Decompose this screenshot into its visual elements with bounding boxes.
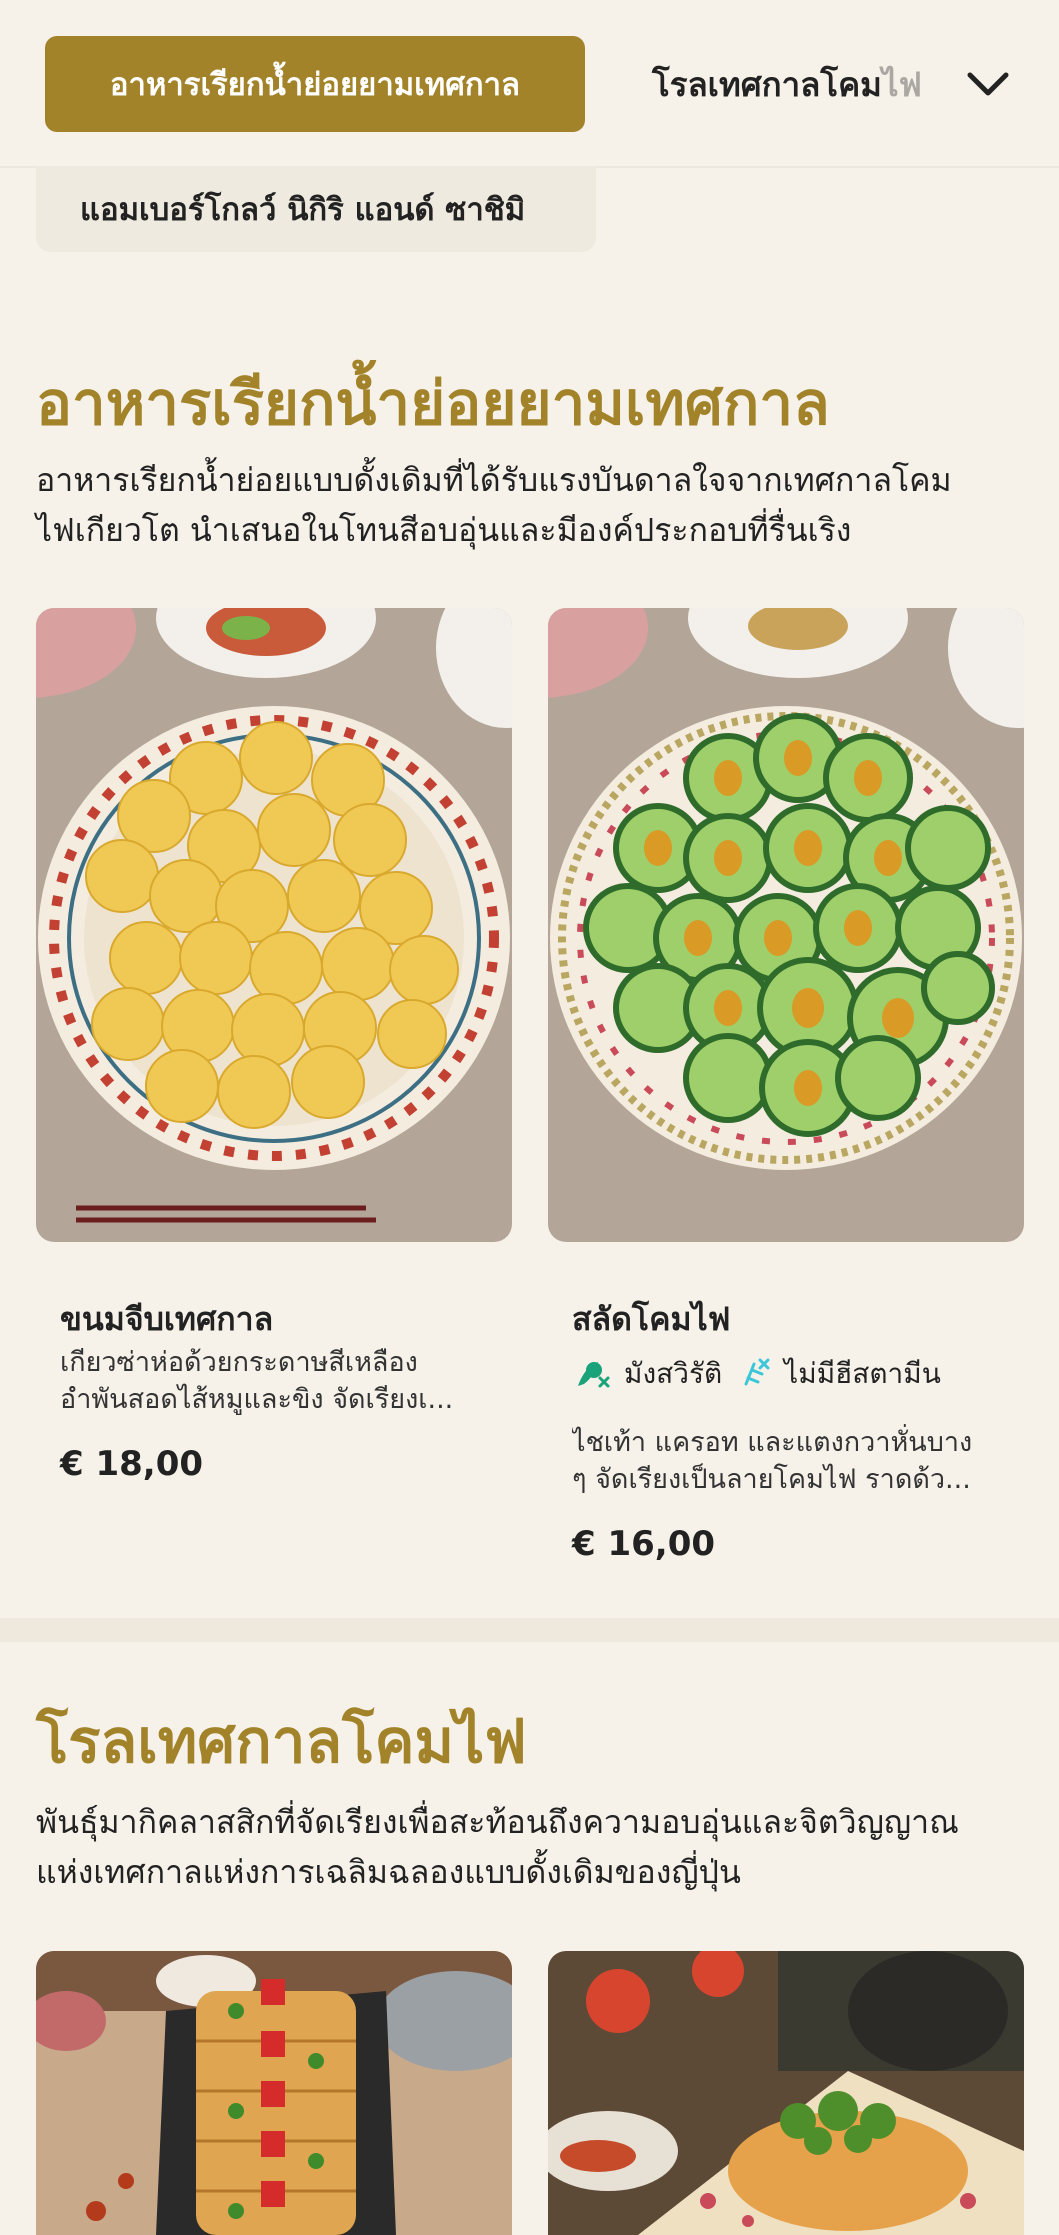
item-description-line: อำพันสอดไส้หมูและขิง จัดเรียงเ... bbox=[60, 1384, 454, 1415]
menu-page: อาหารเรียกน้ำย่อยยามเทศกาล โรลเทศกาลโคมไ… bbox=[0, 0, 1059, 2235]
lantern-salad-image[interactable] bbox=[548, 608, 1024, 1242]
section-description: อาหารเรียกน้ำย่อยแบบดั้งเดิมที่ได้รับแรง… bbox=[36, 455, 1026, 555]
section-divider bbox=[0, 1618, 1059, 1642]
roll-image[interactable] bbox=[36, 1951, 512, 2235]
item-description-line: ไชเท้า แครอท และแตงกวาหั่นบาง bbox=[572, 1427, 973, 1458]
category-bar: อาหารเรียกน้ำย่อยยามเทศกาล โรลเทศกาลโคมไ… bbox=[0, 0, 1059, 168]
subcategory-label: แอมเบอร์โกลว์ นิกิริ แอนด์ ซาชิมิ bbox=[80, 192, 526, 228]
chevron-down-icon[interactable] bbox=[960, 60, 1016, 110]
dumplings-image[interactable] bbox=[36, 608, 512, 1242]
category-tab-next[interactable]: โรลเทศกาลโคม ไฟ bbox=[652, 56, 922, 112]
section-description-line: แห่งเทศกาลแห่งการเฉลิมฉลองแบบดั้งเดิมของ… bbox=[36, 1853, 741, 1891]
tag-label: ไม่มีฮีสตามีน bbox=[784, 1357, 941, 1390]
vegetarian-icon bbox=[578, 1362, 610, 1388]
item-description: ไชเท้า แครอท และแตงกวาหั่นบาง ๆ จัดเรียง… bbox=[572, 1424, 992, 1498]
histamine-free-icon bbox=[744, 1358, 770, 1386]
tag-histamine-free: ไม่มีฮีสตามีน bbox=[738, 1352, 941, 1396]
item-name[interactable]: สลัดโคมไฟ bbox=[572, 1294, 730, 1345]
subcategory-chip[interactable]: แอมเบอร์โกลว์ นิกิริ แอนด์ ซาชิมิ bbox=[36, 166, 596, 252]
item-description: เกียวซ่าห่อด้วยกระดาษสีเหลือง อำพันสอดไส… bbox=[60, 1344, 480, 1418]
section-description: พันธุ์มากิคลาสสิกที่จัดเรียงเพื่อสะท้อนถ… bbox=[36, 1797, 1026, 1897]
dietary-tags: มังสวิรัติ ไม่มีฮีสตามีน bbox=[572, 1352, 941, 1396]
festival-roll-image[interactable] bbox=[548, 1951, 1024, 2235]
category-tab-label-faded: ไฟ bbox=[881, 64, 922, 104]
item-price: € 16,00 bbox=[572, 1524, 716, 1564]
item-description-line: ๆ จัดเรียงเป็นลายโคมไฟ ราดด้ว... bbox=[572, 1464, 971, 1495]
item-price: € 18,00 bbox=[60, 1444, 204, 1484]
section-description-line: ไฟเกียวโต นำเสนอในโทนสีอบอุ่นและมีองค์ปร… bbox=[36, 511, 852, 549]
item-name[interactable]: ขนมจีบเทศกาล bbox=[60, 1294, 273, 1345]
section-description-line: อาหารเรียกน้ำย่อยแบบดั้งเดิมที่ได้รับแรง… bbox=[36, 461, 952, 499]
category-tab-label: โรลเทศกาลโคม bbox=[652, 64, 882, 104]
tag-vegetarian: มังสวิรัติ bbox=[572, 1352, 722, 1396]
category-tab-label: อาหารเรียกน้ำย่อยยามเทศกาล bbox=[109, 67, 521, 103]
category-tab-active[interactable]: อาหารเรียกน้ำย่อยยามเทศกาล bbox=[45, 36, 585, 132]
section-title: อาหารเรียกน้ำย่อยยามเทศกาล bbox=[36, 369, 830, 439]
section-description-line: พันธุ์มากิคลาสสิกที่จัดเรียงเพื่อสะท้อนถ… bbox=[36, 1803, 959, 1841]
section-title: โรลเทศกาลโคมไฟ bbox=[36, 1707, 527, 1777]
tag-label: มังสวิรัติ bbox=[624, 1357, 723, 1390]
item-description-line: เกียวซ่าห่อด้วยกระดาษสีเหลือง bbox=[60, 1347, 418, 1378]
